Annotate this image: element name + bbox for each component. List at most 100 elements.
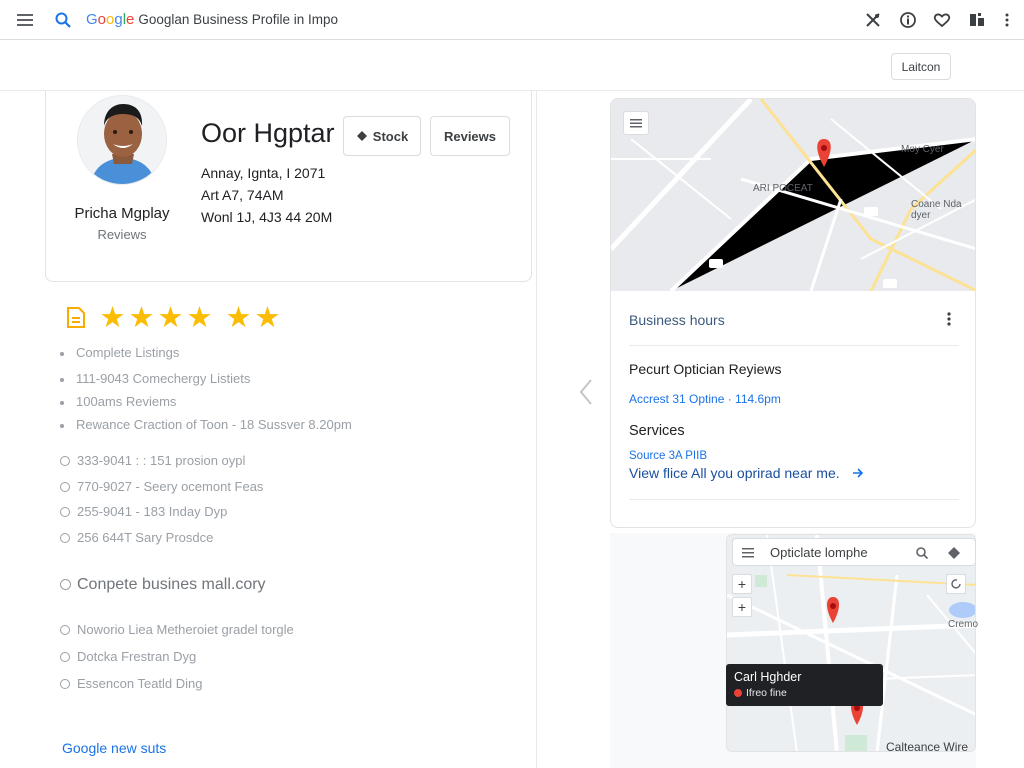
phone-text: 770-9027 - Seery ocemont Feas: [77, 479, 264, 494]
list-item[interactable]: Noworio Liea Metheroiet gradel torgle: [60, 622, 294, 637]
map-label: Coane Nda dyer: [911, 199, 962, 221]
info-icon[interactable]: [898, 10, 918, 30]
phone-icon: [60, 456, 70, 466]
profile-subtitle[interactable]: Reviews: [52, 227, 192, 242]
phone-icon: [60, 482, 70, 492]
map-bottom-canvas: [727, 535, 975, 751]
phone-text: 256 644T Sary Prosdce: [77, 530, 214, 545]
more-vert-icon[interactable]: [997, 10, 1017, 30]
profile-name: Pricha Mgplay: [74, 205, 170, 222]
avatar: [77, 95, 167, 185]
phone-text: 255-9041 - 183 Inday Dyp: [77, 504, 228, 519]
document-icon: [67, 307, 85, 328]
list-item-text: Rewance Craction of Toon - 18 Sussver 8.…: [76, 417, 352, 432]
apps-icon[interactable]: [967, 10, 987, 30]
person-avatar-icon: [78, 96, 166, 184]
zoom-add-button[interactable]: +: [732, 597, 752, 617]
brand-title[interactable]: Google Googlan Business Profile in Impo: [86, 11, 338, 28]
bullet-icon: [60, 377, 64, 382]
arrow-right-icon: [852, 468, 863, 478]
phone-item[interactable]: 255-9041 - 183 Inday Dyp: [60, 504, 227, 519]
google-link[interactable]: Google new suts: [62, 740, 166, 756]
section-heading-text: Conpete busines mall.cory: [77, 576, 266, 593]
star-icon[interactable]: ★: [127, 303, 156, 333]
top-bar: Google Googlan Business Profile in Impo: [0, 0, 1024, 40]
refresh-icon: [951, 579, 961, 589]
section-heading: Conpete busines mall.cory: [60, 576, 266, 594]
star-icon[interactable]: ★: [253, 303, 282, 333]
divider: [629, 499, 959, 500]
map-layers-button[interactable]: [623, 111, 649, 135]
brand-letter: g: [114, 11, 123, 28]
list-item-text: Dotcka Frestran Dyg: [77, 649, 197, 664]
brand-letter: e: [126, 11, 135, 28]
menu-icon[interactable]: [16, 11, 34, 29]
detail-line: Wonl 1J, 4J3 44 20M: [201, 209, 333, 225]
list-item[interactable]: Dotcka Frestran Dyg: [60, 649, 196, 664]
business-hours-label[interactable]: Business hours: [629, 312, 725, 328]
map-label: ARI POCEAT: [753, 183, 813, 194]
list-item-text: 100ams Reviems: [76, 394, 177, 409]
diamond-icon: [356, 131, 367, 141]
stock-label: Stock: [372, 128, 409, 144]
phone-item[interactable]: 256 644T Sary Prosdce: [60, 530, 213, 545]
hours-link[interactable]: Accrest 31 Optine · 114.6pm: [629, 392, 781, 406]
services-heading: Services: [629, 423, 685, 439]
circle-icon: [60, 652, 70, 662]
search-icon[interactable]: [54, 11, 72, 29]
zoom-in-button[interactable]: +: [732, 574, 752, 594]
map-search-text: Opticlate lomphe: [770, 545, 868, 560]
map-bottom[interactable]: [726, 534, 976, 752]
tooltip-subtitle: Ifreo fine: [734, 687, 787, 699]
brand-subtitle: Googlan Business Profile in Impo: [138, 12, 338, 27]
business-card: ARI POCEAT Moy Cyer Coane Nda dyer Busin…: [610, 98, 976, 528]
phone-item[interactable]: 770-9027 - Seery ocemont Feas: [60, 479, 263, 494]
star-icon[interactable]: ★: [156, 303, 185, 333]
circle-icon: [60, 625, 70, 635]
rating-row: ★ ★ ★ ★ ★ ★: [64, 303, 282, 333]
detail-line: Annay, Ignta, I 2071: [201, 165, 326, 181]
tools-icon[interactable]: [863, 10, 883, 30]
search-icon[interactable]: [915, 546, 929, 560]
star-icon[interactable]: ★: [98, 303, 127, 333]
list-item: 111-9043 Comechergy Listiets: [60, 371, 250, 386]
map-tooltip[interactable]: Carl Hghder Ifreo fine: [726, 664, 883, 706]
sub-toolbar: [0, 41, 1024, 91]
list-item: 100ams Reviems: [60, 394, 176, 409]
chevron-left-icon[interactable]: [578, 378, 594, 406]
star-icon[interactable]: ★: [185, 303, 214, 333]
heart-icon[interactable]: [932, 10, 952, 30]
bullet-icon: [60, 423, 64, 428]
stock-button[interactable]: Stock: [343, 116, 421, 156]
phone-text: 333-9041 : : 151 prosion oypl: [77, 453, 246, 468]
detail-line: Art A7, 74AM: [201, 187, 284, 203]
list-icon: [630, 119, 642, 128]
circle-icon: [60, 579, 71, 590]
star-icon[interactable]: ★: [224, 303, 253, 333]
map-top[interactable]: ARI POCEAT Moy Cyer Coane Nda dyer: [611, 99, 975, 293]
tooltip-sub-text: Ifreo fine: [746, 687, 787, 699]
listen-button[interactable]: Laitcon: [891, 53, 951, 80]
phone-item[interactable]: 333-9041 : : 151 prosion oypl: [60, 453, 245, 468]
directions-icon[interactable]: [947, 546, 961, 560]
phone-icon: [60, 533, 70, 543]
source-link[interactable]: Source 3A PIIB: [629, 450, 707, 462]
menu-icon[interactable]: [741, 547, 755, 559]
list-item-text: Essencon Teatld Ding: [77, 676, 203, 691]
circle-icon: [60, 679, 70, 689]
more-vert-icon[interactable]: [941, 309, 957, 329]
phone-icon: [60, 507, 70, 517]
view-all-link[interactable]: View flice All you oprirad near me.: [629, 465, 864, 481]
divider: [629, 345, 959, 346]
reviews-button[interactable]: Reviews: [430, 116, 510, 156]
reviews-title: Pecurt Optician Reyiews: [629, 361, 782, 377]
refresh-button[interactable]: [946, 574, 966, 594]
map-label: Cremo: [948, 619, 979, 630]
map-top-canvas: [611, 99, 975, 293]
list-item-text: Noworio Liea Metheroiet gradel torgle: [77, 622, 294, 637]
list-item-text: Complete Listings: [76, 345, 180, 360]
bullet-icon: [60, 400, 64, 405]
brand-letter: o: [97, 11, 107, 28]
list-item[interactable]: Essencon Teatld Ding: [60, 676, 203, 691]
list-item: Complete Listings: [60, 345, 179, 360]
